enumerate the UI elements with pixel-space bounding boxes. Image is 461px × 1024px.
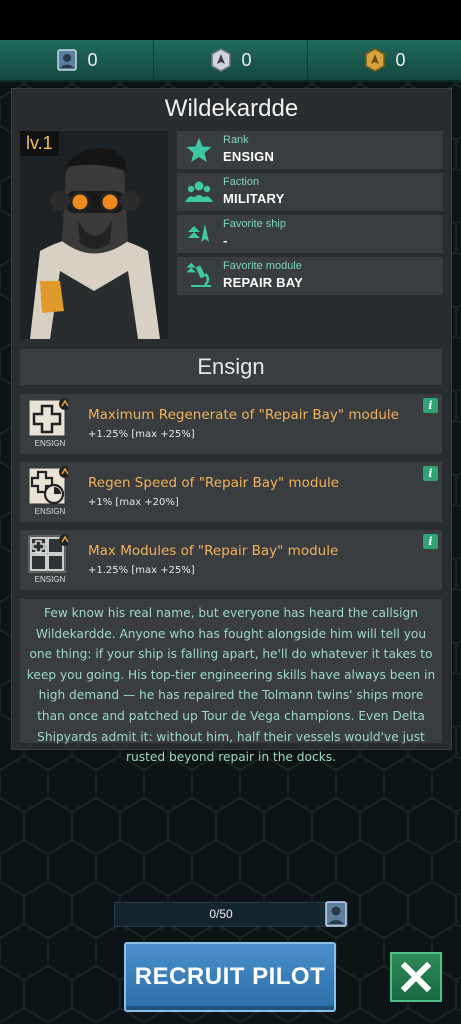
- repair-plus-icon: [28, 398, 71, 437]
- gold-token-icon: [365, 48, 386, 72]
- info-row-favorite-ship: Favorite ship -: [177, 215, 443, 253]
- bonus-rank-label: ENSIGN: [34, 575, 66, 584]
- pilot-level-badge: lv.1: [20, 131, 59, 156]
- info-label: Faction: [223, 176, 260, 188]
- currency-value: 0: [87, 49, 98, 70]
- bonus-description: +1.25% [max +25%]: [88, 565, 195, 576]
- pilot-name: Wildekardde: [164, 95, 299, 122]
- currency-bar: 0 0 0: [0, 40, 461, 82]
- rank-section-header: Ensign: [20, 349, 442, 385]
- bonus-title: Regen Speed of "Repair Bay" module: [88, 475, 340, 491]
- pilot-biography: Few know his real name, but everyone has…: [20, 599, 442, 764]
- bonus-icon-wrap: ENSIGN: [28, 398, 72, 450]
- info-row-favorite-module: Favorite module REPAIR BAY: [177, 257, 443, 295]
- pilot-card-icon: [57, 49, 78, 71]
- recruit-progress-bar: 0/50: [114, 901, 348, 927]
- info-value: -: [223, 233, 228, 248]
- bonus-rank-label: ENSIGN: [34, 439, 66, 448]
- bonus-info-icon[interactable]: i: [423, 534, 438, 549]
- ship-icon: [188, 224, 209, 242]
- microscope-icon: [186, 262, 211, 287]
- pilot-info-list: Rank ENSIGN Faction MILITARY Favorite sh…: [177, 131, 443, 299]
- info-value: MILITARY: [223, 191, 285, 206]
- info-label: Rank: [223, 134, 249, 146]
- bonus-item: ENSIGN Regen Speed of "Repair Bay" modul…: [20, 462, 442, 522]
- star-icon: [186, 138, 212, 162]
- bonus-icon-wrap: ENSIGN: [28, 466, 72, 518]
- system-status-bar: [0, 0, 461, 40]
- pilot-portrait-image: [20, 131, 168, 339]
- info-value: ENSIGN: [223, 149, 275, 164]
- info-row-rank: Rank ENSIGN: [177, 131, 443, 169]
- close-button[interactable]: [390, 952, 442, 1002]
- repair-modules-icon: [28, 534, 71, 573]
- pilot-portrait: lv.1: [20, 131, 168, 339]
- bonus-info-icon[interactable]: i: [423, 466, 438, 481]
- pilot-detail-panel: Wildekardde lv.1 Rank ENSIGN Faction MIL…: [11, 88, 452, 764]
- bonus-icon-wrap: ENSIGN: [28, 534, 72, 586]
- info-row-faction: Faction MILITARY: [177, 173, 443, 211]
- recruit-pilot-button[interactable]: RECRUIT PILOT: [124, 942, 336, 1012]
- close-icon: [400, 961, 432, 993]
- currency-value: 0: [395, 49, 406, 70]
- info-value: REPAIR BAY: [223, 275, 304, 290]
- currency-ship-tokens[interactable]: 0: [154, 40, 308, 80]
- bonus-info-icon[interactable]: i: [423, 398, 438, 413]
- group-icon: [185, 181, 213, 202]
- bonus-title: Max Modules of "Repair Bay" module: [88, 543, 339, 559]
- bonus-rank-label: ENSIGN: [34, 507, 66, 516]
- currency-pilot-cards[interactable]: 0: [0, 40, 154, 80]
- info-label: Favorite ship: [223, 218, 286, 230]
- info-label: Favorite module: [223, 260, 302, 272]
- bonus-title: Maximum Regenerate of "Repair Bay" modul…: [88, 407, 399, 423]
- pilot-card-icon: [325, 901, 347, 927]
- repair-speed-icon: [28, 466, 71, 505]
- currency-value: 0: [241, 49, 252, 70]
- bonus-description: +1% [max +20%]: [88, 497, 179, 508]
- recruit-progress-text: 0/50: [209, 907, 233, 921]
- ship-token-icon: [211, 48, 232, 72]
- bonus-description: +1.25% [max +25%]: [88, 429, 195, 440]
- currency-gold-tokens[interactable]: 0: [308, 40, 461, 80]
- bonus-item: ENSIGN Maximum Regenerate of "Repair Bay…: [20, 394, 442, 454]
- bonus-item: ENSIGN Max Modules of "Repair Bay" modul…: [20, 530, 442, 590]
